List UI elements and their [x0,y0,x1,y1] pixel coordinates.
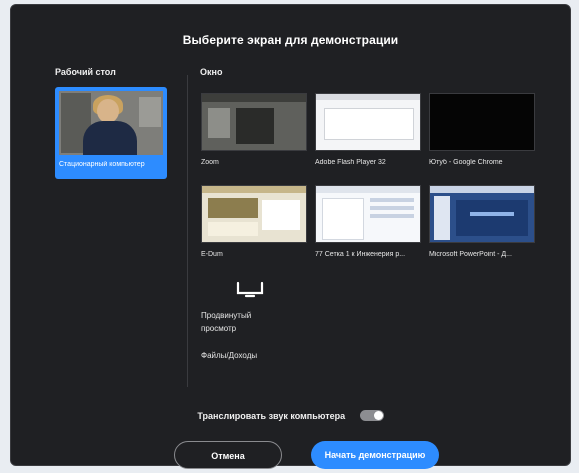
section-divider [187,75,188,387]
window-thumbnail [429,185,535,243]
files-label[interactable]: Файлы/Доходы [201,349,257,362]
window-option-zoom[interactable]: Zoom [201,93,307,166]
desktop-section-label: Рабочий стол [55,67,116,77]
window-thumbnail [315,185,421,243]
window-label: Microsoft PowerPoint - Д... [429,251,512,258]
monitor-icon[interactable] [235,281,265,299]
window-option-chrome[interactable]: Ютуб - Google Chrome [429,93,535,166]
window-thumbnail [429,93,535,151]
audio-share-row: Транслировать звук компьютера [11,407,570,425]
window-label: E-Dum [201,251,223,258]
advanced-view-line2: просмотр [201,324,237,333]
advanced-view-label[interactable]: Продвинутый просмотр [201,309,251,335]
window-option-explorer[interactable]: 77 Сетка 1 к Инженерия р... [315,185,421,258]
cancel-button[interactable]: Отмена [174,441,282,469]
window-label: Adobe Flash Player 32 [315,159,386,166]
share-screen-dialog: Выберите экран для демонстрации Рабочий … [10,4,571,469]
window-option-edum[interactable]: E-Dum [201,185,307,258]
window-option-flash[interactable]: Adobe Flash Player 32 [315,93,421,166]
desktop-option[interactable]: Стационарный компьютер [55,87,167,179]
audio-share-toggle[interactable] [359,410,384,422]
start-sharing-button[interactable]: Начать демонстрацию [311,441,439,469]
window-option-powerpoint[interactable]: Microsoft PowerPoint - Д... [429,185,535,258]
advanced-view-line1: Продвинутый [201,311,252,320]
desktop-caption: Стационарный компьютер [59,161,145,168]
windows-section-label: Окно [200,67,223,77]
audio-share-label: Транслировать звук компьютера [197,410,346,421]
window-thumbnail [201,185,307,243]
desktop-preview-image [59,91,163,155]
window-label: Ютуб - Google Chrome [429,159,503,166]
window-label: Zoom [201,159,219,166]
dialog-title: Выберите экран для демонстрации [182,33,399,47]
window-thumbnail [315,93,421,151]
window-thumbnail [201,93,307,151]
window-label: 77 Сетка 1 к Инженерия р... [315,251,406,258]
